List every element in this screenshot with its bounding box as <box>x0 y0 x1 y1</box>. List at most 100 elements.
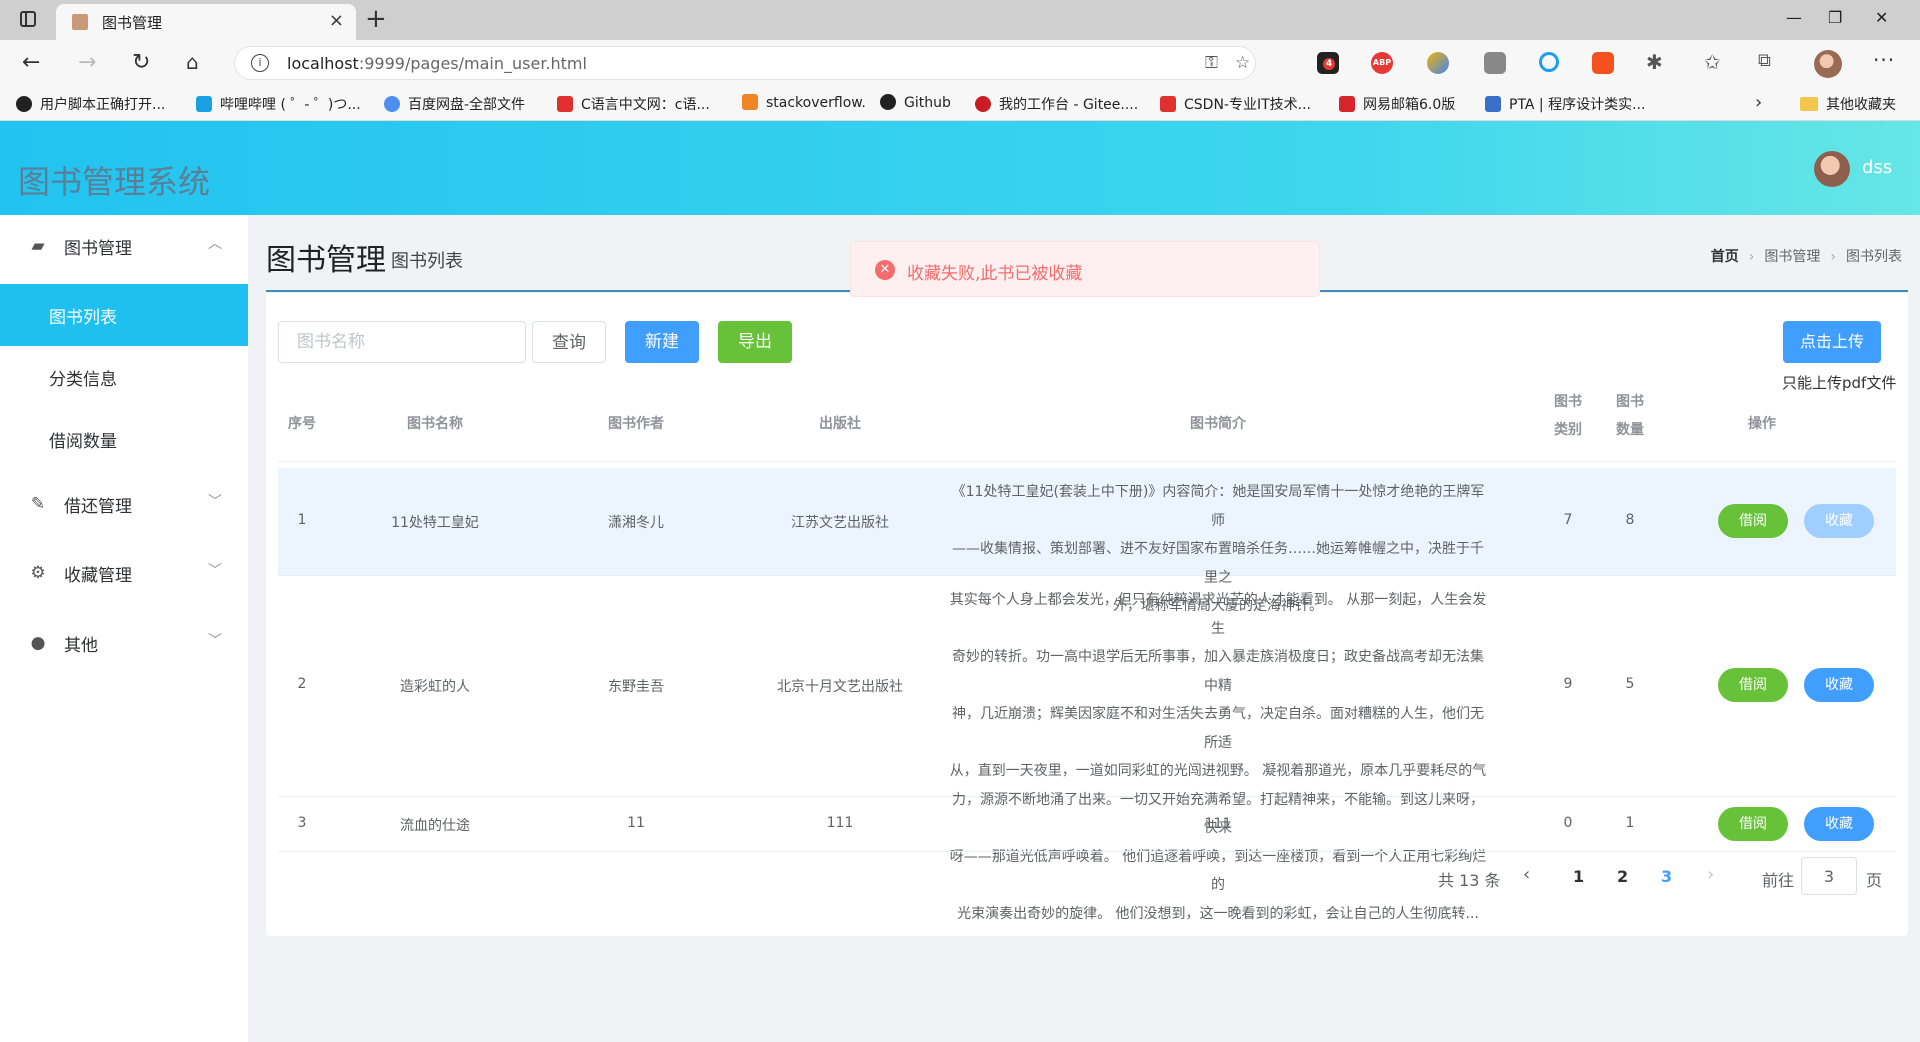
sidebar-item-label: 借还管理 <box>64 497 132 517</box>
cell-name: 流血的仕途 <box>400 818 470 834</box>
favorite-button[interactable]: 收藏 <box>1804 668 1874 702</box>
restore-icon[interactable]: ❐ <box>1828 8 1842 27</box>
toast-message: 收藏失败,此书已被收藏 <box>907 264 1083 284</box>
sidebar-item-borrow-return[interactable]: ✎ 借还管理 ﹀ <box>0 473 248 535</box>
favorites-icon[interactable]: ✩ <box>1704 50 1721 74</box>
bookmark-favicon <box>1339 96 1355 112</box>
book-name-search-input[interactable] <box>278 321 526 363</box>
url-text: localhost:9999/pages/main_user.html <box>287 54 587 73</box>
bookmark-favicon <box>557 96 573 112</box>
sidebar-item-favorites[interactable]: ⚙ 收藏管理 ﹀ <box>0 542 248 604</box>
bookmark-label: 百度网盘-全部文件 <box>408 97 526 113</box>
browser-toolbar: ← → ↻ ⌂ i localhost:9999/pages/main_user… <box>0 40 1920 88</box>
favorite-button[interactable]: 收藏 <box>1804 807 1874 841</box>
bookmark-label: 用户脚本正确打开... <box>40 97 166 113</box>
tab-close-icon[interactable]: × <box>329 10 344 31</box>
bookmark-item[interactable]: PTA | 程序设计类实... <box>1485 94 1645 114</box>
new-button[interactable]: 新建 <box>625 321 699 363</box>
sidebar-item-other[interactable]: ● 其他 ﹀ <box>0 612 248 674</box>
collections-icon[interactable]: ⧉ <box>1758 50 1771 71</box>
new-tab-icon[interactable]: + <box>365 4 387 34</box>
sidebar-item-book-management[interactable]: ▰ 图书管理 ︿ <box>0 215 248 277</box>
breadcrumb: 首页 › 图书管理 › 图书列表 <box>1711 246 1902 266</box>
bookmark-item[interactable]: 用户脚本正确打开... <box>16 94 165 114</box>
upload-button[interactable]: 点击上传 <box>1783 321 1881 363</box>
goto-page-input[interactable] <box>1801 857 1857 895</box>
favorite-button[interactable]: 收藏 <box>1804 504 1874 538</box>
user-avatar[interactable] <box>1814 151 1850 187</box>
minimize-icon[interactable]: — <box>1786 8 1802 27</box>
reload-icon[interactable]: ↻ <box>132 50 150 75</box>
bookmark-favicon <box>742 94 758 110</box>
bookmark-item[interactable]: CSDN-专业IT技术... <box>1160 94 1311 114</box>
chevron-down-icon: ﹀ <box>208 563 222 579</box>
bookmark-item[interactable]: 网易邮箱6.0版 <box>1339 94 1455 114</box>
sidebar-subitem-book-list[interactable]: 图书列表 <box>0 284 248 346</box>
breadcrumb-home[interactable]: 首页 <box>1711 249 1739 265</box>
extension-icon-6[interactable] <box>1592 52 1614 74</box>
export-button[interactable]: 导出 <box>718 321 792 363</box>
cell-index: 2 <box>297 676 307 692</box>
pencil-icon: ✎ <box>30 494 46 514</box>
page-number[interactable]: 1 <box>1573 867 1584 886</box>
chevron-down-icon: ﹀ <box>208 494 222 510</box>
col-header-category-2: 类别 <box>1554 422 1582 438</box>
bookmark-item[interactable]: Github <box>880 94 951 111</box>
bookmark-item[interactable]: C语言中文网：c语... <box>557 94 710 114</box>
breadcrumb-item[interactable]: 图书管理 <box>1764 249 1820 265</box>
cell-name: 造彩虹的人 <box>400 679 470 695</box>
table-header: 序号 图书名称 图书作者 出版社 图书简介 图书 类别 图书 数量 操作 <box>278 389 1896 462</box>
extension-icon-1[interactable]: 4 <box>1317 52 1339 74</box>
home-icon[interactable]: ⌂ <box>186 50 199 74</box>
tab-actions-icon[interactable] <box>20 11 36 27</box>
close-window-icon[interactable]: ✕ <box>1875 8 1888 27</box>
page-number-current[interactable]: 3 <box>1661 867 1672 886</box>
key-icon[interactable]: ⚿ <box>1205 53 1218 73</box>
favorite-star-icon[interactable]: ☆ <box>1235 53 1250 73</box>
browser-titlebar: 图书管理 × + — ❐ ✕ <box>0 0 1920 40</box>
bookmark-item[interactable]: 百度网盘-全部文件 <box>384 94 525 114</box>
more-options-icon[interactable]: ··· <box>1873 48 1895 72</box>
browser-tab[interactable]: 图书管理 × <box>56 4 356 40</box>
extension-icon-4[interactable] <box>1484 52 1506 74</box>
adblock-icon[interactable]: ABP <box>1371 52 1393 74</box>
address-bar[interactable]: i localhost:9999/pages/main_user.html ⚿ … <box>234 46 1256 80</box>
bookmark-item[interactable]: stackoverflow. <box>742 94 866 111</box>
extension-icon-5[interactable] <box>1539 52 1559 72</box>
borrow-button[interactable]: 借阅 <box>1718 504 1788 538</box>
prev-page-icon[interactable]: ‹ <box>1523 864 1530 885</box>
folder-label: 其他收藏夹 <box>1826 97 1896 113</box>
back-icon[interactable]: ← <box>22 50 40 75</box>
bookmark-label: 哔哩哔哩 ( ゜- ゜)つ... <box>220 97 361 113</box>
profile-avatar[interactable] <box>1814 50 1842 78</box>
other-bookmarks-folder[interactable]: 其他收藏夹 <box>1800 94 1896 114</box>
extensions-puzzle-icon[interactable]: ✱ <box>1646 50 1663 74</box>
user-name[interactable]: dss <box>1862 157 1892 178</box>
borrow-button[interactable]: 借阅 <box>1718 807 1788 841</box>
palette-icon: ● <box>30 633 46 653</box>
bookmark-favicon <box>196 96 212 112</box>
query-button[interactable]: 查询 <box>532 321 606 363</box>
table-row[interactable]: 3 流血的仕途 11 111 111 0 1 借阅 收藏 <box>278 797 1896 852</box>
cell-index: 1 <box>297 512 307 528</box>
url-path: :9999/pages/main_user.html <box>358 54 587 73</box>
bookmarks-overflow-icon[interactable]: › <box>1755 92 1762 113</box>
cell-index: 3 <box>297 815 307 831</box>
borrow-button[interactable]: 借阅 <box>1718 668 1788 702</box>
page-unit-label: 页 <box>1866 871 1883 890</box>
page-number[interactable]: 2 <box>1617 867 1628 886</box>
col-header-ops: 操作 <box>1748 416 1776 432</box>
bookmark-item[interactable]: 我的工作台 - Gitee.... <box>975 94 1138 114</box>
bookmark-label: CSDN-专业IT技术... <box>1184 97 1311 113</box>
sidebar-item-label: 图书管理 <box>64 239 132 259</box>
cell-publisher: 北京十月文艺出版社 <box>777 679 903 695</box>
site-info-icon[interactable]: i <box>251 54 269 72</box>
sidebar-subitem-category[interactable]: 分类信息 <box>0 346 248 408</box>
bookmark-item[interactable]: 哔哩哔哩 ( ゜- ゜)つ... <box>196 94 361 114</box>
cell-category: 0 <box>1563 815 1573 831</box>
table-row[interactable]: 1 11处特工皇妃 潇湘冬儿 江苏文艺出版社 《11处特工皇妃(套装上中下册)》… <box>278 468 1896 614</box>
bookmark-favicon <box>975 96 991 112</box>
sidebar-subitem-borrow-count[interactable]: 借阅数量 <box>0 408 248 470</box>
extension-icon-3[interactable] <box>1427 52 1449 74</box>
table-row[interactable]: 2 造彩虹的人 东野圭吾 北京十月文艺出版社 其实每个人身上都会发光，但只有纯粹… <box>278 576 1896 922</box>
